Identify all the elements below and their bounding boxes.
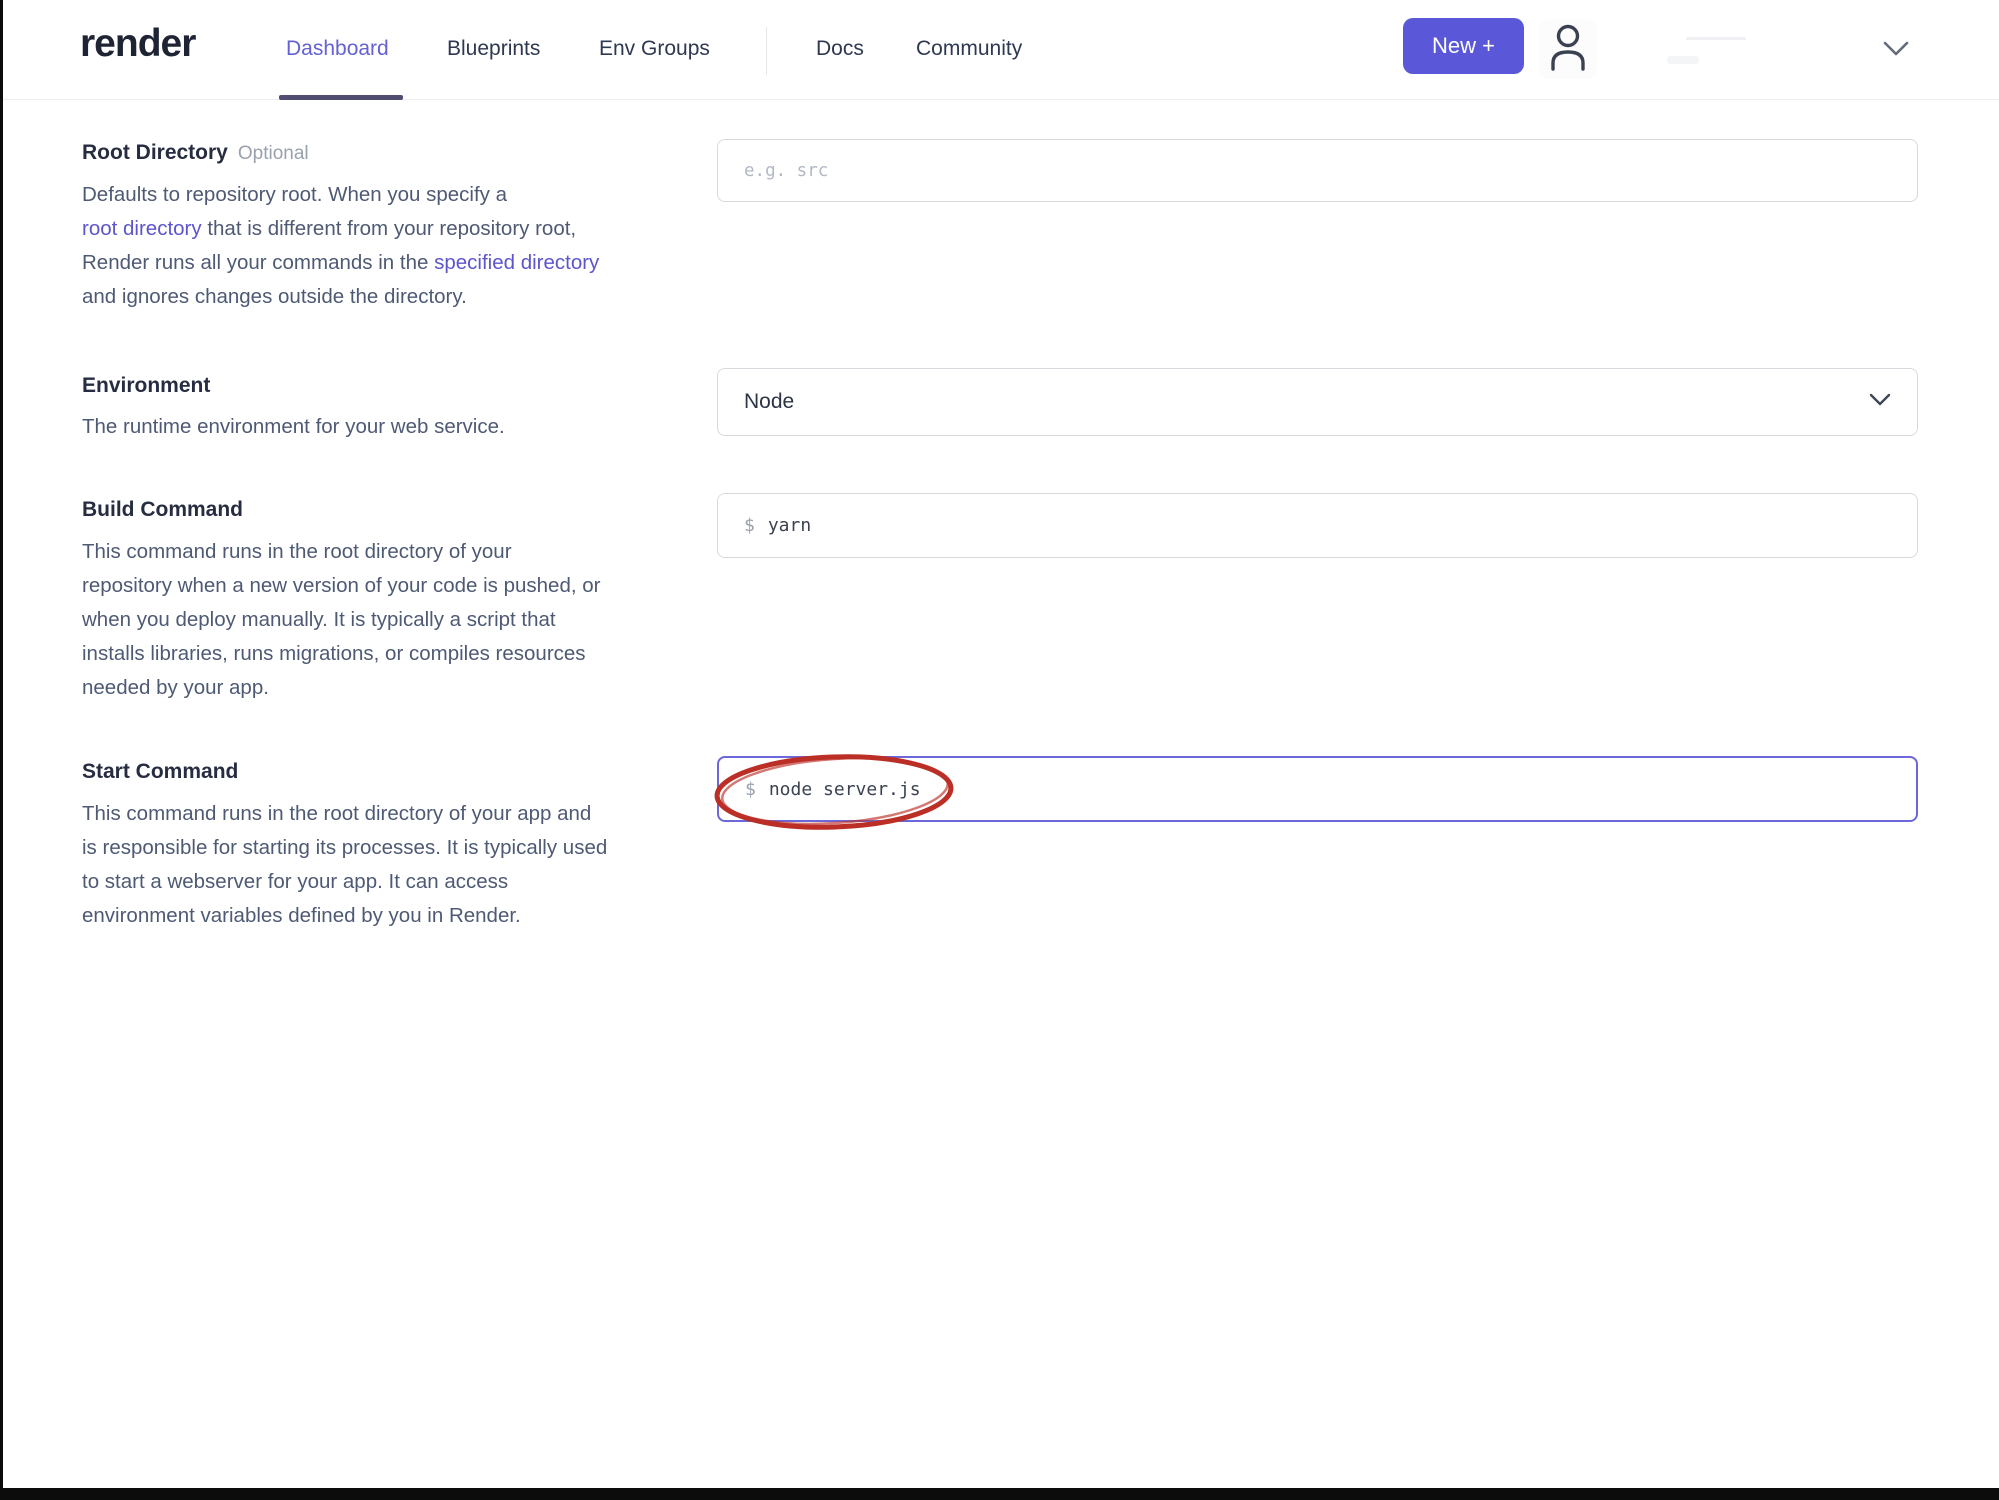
environment-description: The runtime environment for your web ser… xyxy=(82,415,505,438)
build-command-field[interactable]: $ yarn xyxy=(717,493,1918,558)
screenshot-edge-bottom xyxy=(0,1488,1999,1500)
shell-prompt-prefix: $ xyxy=(744,515,755,536)
shell-prompt-prefix: $ xyxy=(745,778,756,800)
top-navigation-bar: render Dashboard Blueprints Env Groups D… xyxy=(0,0,1999,100)
render-logo[interactable]: render xyxy=(80,22,196,66)
environment-select[interactable]: Node xyxy=(717,368,1918,436)
root-directory-input[interactable] xyxy=(744,160,1891,181)
new-button[interactable]: New + xyxy=(1403,18,1524,74)
start-command-label: Start Command xyxy=(82,760,239,783)
account-menu-chevron-down-icon[interactable] xyxy=(1882,39,1910,64)
account-name-redacted xyxy=(1686,37,1746,40)
environment-selected-value: Node xyxy=(744,390,795,413)
render-dashboard-page: render Dashboard Blueprints Env Groups D… xyxy=(0,0,1999,1500)
build-command-description: This command runs in the root directory … xyxy=(82,540,601,699)
build-command-label: Build Command xyxy=(82,498,243,521)
nav-tab-blueprints[interactable]: Blueprints xyxy=(447,37,540,61)
start-command-field[interactable]: $ node server.js xyxy=(717,756,1918,822)
optional-badge: Optional xyxy=(237,143,309,164)
start-command-description: This command runs in the root directory … xyxy=(82,802,608,927)
inline-link[interactable]: specified directory xyxy=(434,251,599,274)
account-name-redacted xyxy=(1667,56,1699,64)
user-icon xyxy=(1545,22,1591,77)
chevron-down-icon xyxy=(1869,392,1891,413)
start-command-value: node server.js xyxy=(768,778,921,800)
nav-tab-env-groups[interactable]: Env Groups xyxy=(599,37,710,61)
root-directory-field xyxy=(717,139,1918,202)
root-directory-label: Root Directory Optional xyxy=(82,141,309,164)
active-tab-underline xyxy=(279,95,403,100)
nav-link-community[interactable]: Community xyxy=(916,37,1022,61)
nav-link-docs[interactable]: Docs xyxy=(816,37,864,61)
inline-link[interactable]: root directory xyxy=(82,217,202,240)
build-command-value: yarn xyxy=(767,515,812,536)
environment-label: Environment xyxy=(82,374,211,397)
nav-divider xyxy=(766,27,767,75)
nav-tab-dashboard[interactable]: Dashboard xyxy=(286,37,389,61)
screenshot-edge-left xyxy=(0,0,3,1500)
user-account-button[interactable] xyxy=(1538,19,1598,79)
root-directory-description: Defaults to repository root. When you sp… xyxy=(82,183,600,308)
